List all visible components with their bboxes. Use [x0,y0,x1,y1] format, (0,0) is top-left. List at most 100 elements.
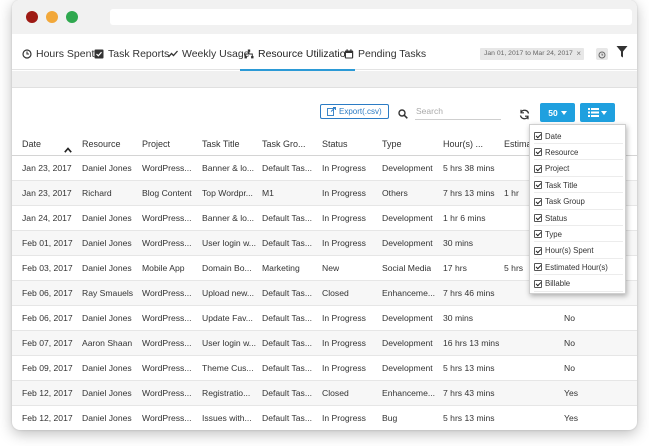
column-option[interactable]: Project [534,162,623,177]
cell-type: Development [382,213,433,223]
column-option[interactable]: Hour(s) Spent [534,244,623,259]
search-icon [398,106,408,119]
cell-type: Development [382,238,433,248]
cell-billable: Yes [564,388,579,398]
cell-task-title: Issues with... [202,413,252,423]
column-header-task-title[interactable]: Task Title [202,139,240,149]
date-range-chip[interactable]: Jan 01, 2017 to Mar 24, 2017 × [480,48,584,60]
column-checkbox[interactable] [534,181,542,190]
cell-status: New [322,263,340,273]
cell-hours-spent: 17 hrs [443,263,467,273]
cell-status: In Progress [322,313,366,323]
column-header-estimated-hours[interactable]: Estima [504,139,530,149]
column-option[interactable]: Task Group [534,195,623,210]
close-window-button[interactable] [26,11,38,23]
column-checkbox[interactable] [534,148,542,157]
section-divider-line [12,87,637,88]
section-divider [12,71,637,87]
cell-type: Development [382,363,433,373]
cell-hours-spent: 7 hrs 13 mins [443,188,495,198]
column-option[interactable]: Estimated Hour(s) [534,260,623,276]
export-csv-button[interactable]: Export(.csv) [320,104,389,119]
cell-resource: Daniel Jones [82,313,132,323]
column-checkbox[interactable] [534,132,542,140]
report-tabs: Hours Spent Task Reports Weekly Usage Re… [12,34,637,71]
cell-type: Others [382,188,408,198]
cell-project: WordPress... [142,213,192,223]
cell-billable: No [564,338,575,348]
cell-billable: No [564,363,575,373]
tab-label: Task Reports [108,48,170,60]
cell-project: WordPress... [142,338,192,348]
tab-task-reports[interactable]: Task Reports [94,43,169,65]
table-row[interactable]: Feb 06, 2017 Daniel Jones WordPress... Upda… [12,306,637,331]
minimize-window-button[interactable] [46,11,58,23]
column-header-task-group[interactable]: Task Gro... [262,139,306,149]
cell-task-group: M1 [262,188,274,198]
column-option-label: Date [545,131,562,141]
column-checkbox[interactable] [534,197,542,206]
cell-hours-spent: 16 hrs 13 mins [443,338,500,348]
address-bar[interactable] [110,9,632,25]
cell-hours-spent: 30 mins [443,313,474,323]
cell-hours-spent: 7 hrs 46 mins [443,288,495,298]
search-input[interactable] [415,103,501,120]
column-checkbox[interactable] [534,246,542,255]
table-row[interactable]: Feb 07, 2017 Aaron Shaan WordPress... User … [12,331,637,356]
maximize-window-button[interactable] [66,11,78,23]
column-checkbox[interactable] [534,230,542,239]
export-icon [327,107,336,116]
filter-icon[interactable] [616,45,628,59]
column-header-date[interactable]: Date [22,139,41,149]
cell-hours-spent: 5 hrs 38 mins [443,163,495,173]
column-checkbox[interactable] [534,214,542,222]
column-option-label: Billable [545,279,571,289]
cell-resource: Daniel Jones [82,413,132,423]
tab-pending-tasks[interactable]: Pending Tasks [344,43,426,65]
column-header-type[interactable]: Type [382,139,402,149]
cell-project: WordPress... [142,388,192,398]
app-window: Hours Spent Task Reports Weekly Usage Re… [12,0,637,430]
column-option[interactable]: Resource [534,145,623,161]
column-option[interactable]: Status [534,211,623,226]
table-row[interactable]: Feb 12, 2017 Daniel Jones WordPress... Issu… [12,406,637,430]
cell-project: WordPress... [142,238,192,248]
cell-hours-spent: 30 mins [443,238,474,248]
cell-resource: Aaron Shaan [82,338,133,348]
column-option[interactable]: Billable [534,277,623,292]
column-header-resource[interactable]: Resource [82,139,121,149]
column-toggle-button[interactable] [580,103,615,122]
close-icon[interactable]: × [576,48,581,60]
sitemap-icon [244,49,254,59]
column-option[interactable]: Date [534,129,623,144]
checkbox-icon [94,49,104,59]
cell-date: Feb 12, 2017 [22,388,73,398]
column-checkbox[interactable] [534,279,542,288]
column-header-status[interactable]: Status [322,139,348,149]
cell-resource: Richard [82,188,112,198]
tab-weekly-usage[interactable]: Weekly Usage [168,43,250,65]
date-picker-button[interactable] [596,48,608,60]
column-header-project[interactable]: Project [142,139,170,149]
cell-status: In Progress [322,363,366,373]
column-checkbox[interactable] [534,263,542,272]
page-size-dropdown[interactable]: 50 [540,103,575,122]
cell-resource: Daniel Jones [82,363,132,373]
cell-task-group: Default Tas... [262,313,312,323]
column-option-label: Task Group [545,197,585,207]
tab-hours-spent[interactable]: Hours Spent [22,43,94,65]
line-chart-icon [168,49,178,59]
tab-resource-utilization[interactable]: Resource Utilization [239,43,356,71]
column-header-hours-spent[interactable]: Hour(s) ... [443,139,483,149]
column-option[interactable]: Type [534,227,623,243]
table-row[interactable]: Feb 12, 2017 Daniel Jones WordPress... Regi… [12,381,637,406]
table-row[interactable]: Feb 09, 2017 Daniel Jones WordPress... Them… [12,356,637,381]
sort-ascending-icon[interactable] [64,140,72,153]
cell-task-group: Default Tas... [262,238,312,248]
column-checkbox[interactable] [534,164,542,173]
clock-icon [22,49,32,59]
cell-project: WordPress... [142,413,192,423]
refresh-icon[interactable] [519,107,530,120]
column-option[interactable]: Task Title [534,178,623,194]
cell-type: Bug [382,413,398,423]
